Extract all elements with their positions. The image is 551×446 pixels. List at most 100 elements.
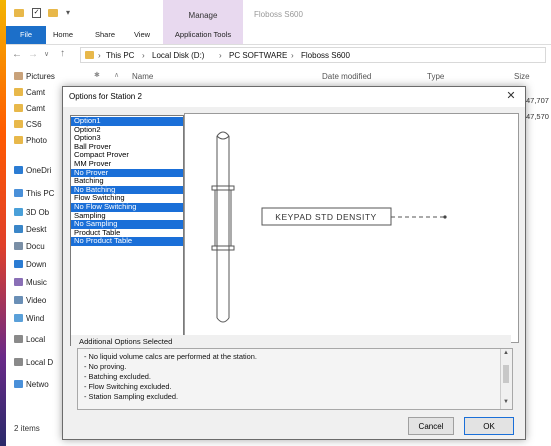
nav-item-label: Camt (26, 104, 46, 113)
forward-arrow-icon[interactable]: → (28, 49, 38, 60)
nav-item-icon (14, 120, 23, 128)
scroll-up-icon[interactable]: ▲ (503, 350, 509, 356)
customize-toolbar-icon[interactable]: ▾ (66, 8, 70, 17)
additional-line: - Flow Switching excluded. (84, 382, 172, 391)
nav-item-icon (14, 225, 23, 233)
breadcrumb-separator: › (142, 51, 145, 60)
item-count: 2 items (14, 424, 40, 433)
nav-item[interactable]: Wind (14, 311, 44, 327)
additional-line: - No proving. (84, 362, 127, 371)
flange-top (211, 185, 235, 191)
pipe-top-cap-inner (216, 135, 230, 140)
nav-item[interactable]: OneDri (14, 163, 51, 179)
column-type[interactable]: Type (427, 72, 444, 81)
keypad-std-density-label: KEYPAD STD DENSITY (275, 212, 376, 222)
nav-item[interactable]: Pictures (14, 69, 55, 85)
nav-item-label: This PC (26, 189, 55, 198)
additional-options-group: Additional Options Selected - No liquid … (71, 335, 513, 410)
nav-item-icon (14, 278, 23, 286)
explorer-title-bar: ✓ ▾ Manage Floboss S600 (6, 0, 551, 26)
cancel-button[interactable]: Cancel (408, 417, 454, 435)
connector-endpoint (443, 215, 447, 219)
additional-options-title: Additional Options Selected (77, 337, 175, 346)
nav-item-label: Local D (26, 358, 54, 367)
nav-item[interactable]: 3D Ob (14, 205, 49, 221)
nav-item-label: Music (26, 278, 47, 287)
navigation-bar: ← → ∨ ↑ › This PC › Local Disk (D:) › PC… (6, 45, 551, 65)
nav-item[interactable]: Local (14, 332, 45, 348)
nav-item[interactable]: Music (14, 275, 47, 291)
manage-context-tab[interactable]: Manage (163, 0, 243, 26)
window-title: Floboss S600 (254, 10, 303, 19)
tab-view[interactable]: View (128, 26, 156, 44)
nav-item[interactable]: Netwo (14, 377, 49, 393)
station-diagram: KEYPAD STD DENSITY (184, 113, 519, 343)
scroll-thumb[interactable] (503, 365, 509, 383)
additional-line: - No liquid volume calcs are performed a… (84, 352, 257, 361)
nav-item[interactable]: CS6 (14, 117, 42, 133)
nav-item-label: Down (26, 260, 47, 269)
nav-item[interactable]: Down (14, 257, 46, 273)
tab-application-tools[interactable]: Application Tools (163, 26, 243, 44)
new-folder-icon[interactable] (48, 9, 58, 17)
nav-item-icon (14, 189, 23, 197)
nav-item-label: Pictures (26, 72, 55, 81)
column-date-modified[interactable]: Date modified (322, 72, 371, 81)
address-box[interactable]: › This PC › Local Disk (D:) › PC SOFTWAR… (80, 47, 546, 63)
sort-chevron-icon[interactable]: ∧ (114, 71, 119, 79)
nav-item-label: OneDri (26, 166, 52, 175)
back-arrow-icon[interactable]: ← (12, 49, 22, 60)
tab-file[interactable]: File (6, 26, 46, 44)
recent-chevron-icon[interactable]: ∨ (44, 50, 49, 58)
additional-line: - Station Sampling excluded. (84, 392, 179, 401)
nav-item-label: Docu (26, 242, 45, 251)
nav-item[interactable]: Camt (14, 101, 45, 117)
pipe-top-cap (216, 131, 230, 137)
breadcrumb-this-pc[interactable]: This PC (106, 51, 134, 60)
navigation-pane: Pictures Camt Camt CS6 Photo OneDri This PC 3D … (6, 68, 68, 426)
nav-item-icon (14, 136, 23, 144)
nav-item[interactable]: Video (14, 293, 46, 309)
additional-options-text[interactable]: - No liquid volume calcs are performed a… (77, 348, 513, 410)
options-list[interactable]: Option1 Option2 Option3 Ball Prover Compact … (70, 115, 184, 346)
ok-button[interactable]: OK (464, 417, 514, 435)
dialog-title-bar: Options for Station 2 ✕ (63, 87, 525, 107)
vertical-scrollbar[interactable]: ▲ ▼ (500, 349, 512, 409)
close-icon[interactable]: ✕ (505, 90, 517, 102)
scroll-down-icon[interactable]: ▼ (503, 399, 509, 405)
manage-label: Manage (188, 11, 218, 20)
option-item[interactable]: No Product Table (71, 237, 183, 246)
nav-item-label: Video (26, 296, 47, 305)
breadcrumb-pc-software[interactable]: PC SOFTWARE (229, 51, 287, 60)
nav-item-icon (14, 380, 23, 388)
nav-item[interactable]: Local D (14, 355, 53, 371)
properties-icon[interactable]: ✓ (32, 8, 41, 18)
nav-item[interactable]: Camt (14, 85, 45, 101)
nav-item[interactable]: This PC (14, 186, 54, 202)
tab-home[interactable]: Home (48, 26, 78, 44)
options-dialog: Options for Station 2 ✕ Option1 Option2 Op… (62, 86, 526, 440)
nav-item[interactable]: Photo (14, 133, 47, 149)
nav-item-icon (14, 72, 23, 80)
breadcrumb-local-disk[interactable]: Local Disk (D:) (152, 51, 204, 60)
nav-item-label: Photo (26, 136, 47, 145)
tab-share[interactable]: Share (88, 26, 122, 44)
nav-item-icon (14, 314, 23, 322)
up-arrow-icon[interactable]: ↑ (60, 48, 65, 59)
file-size-1: 47,707 (526, 96, 549, 105)
column-name[interactable]: Name (132, 72, 153, 81)
folder-icon (14, 9, 24, 17)
nav-item-label: Local (26, 335, 46, 344)
nav-item-label: CS6 (26, 120, 42, 129)
nav-item-icon (14, 296, 23, 304)
pipe-bottom-cap (216, 317, 230, 323)
column-size[interactable]: Size (514, 72, 530, 81)
pin-icon[interactable]: ✱ (94, 71, 100, 79)
nav-item[interactable]: Docu (14, 239, 45, 255)
breadcrumb-separator: › (219, 51, 222, 60)
dialog-title: Options for Station 2 (69, 92, 142, 101)
nav-item-icon (14, 358, 23, 366)
breadcrumb-floboss[interactable]: Floboss S600 (301, 51, 350, 60)
nav-item-icon (14, 335, 23, 343)
nav-item[interactable]: Deskt (14, 222, 46, 238)
